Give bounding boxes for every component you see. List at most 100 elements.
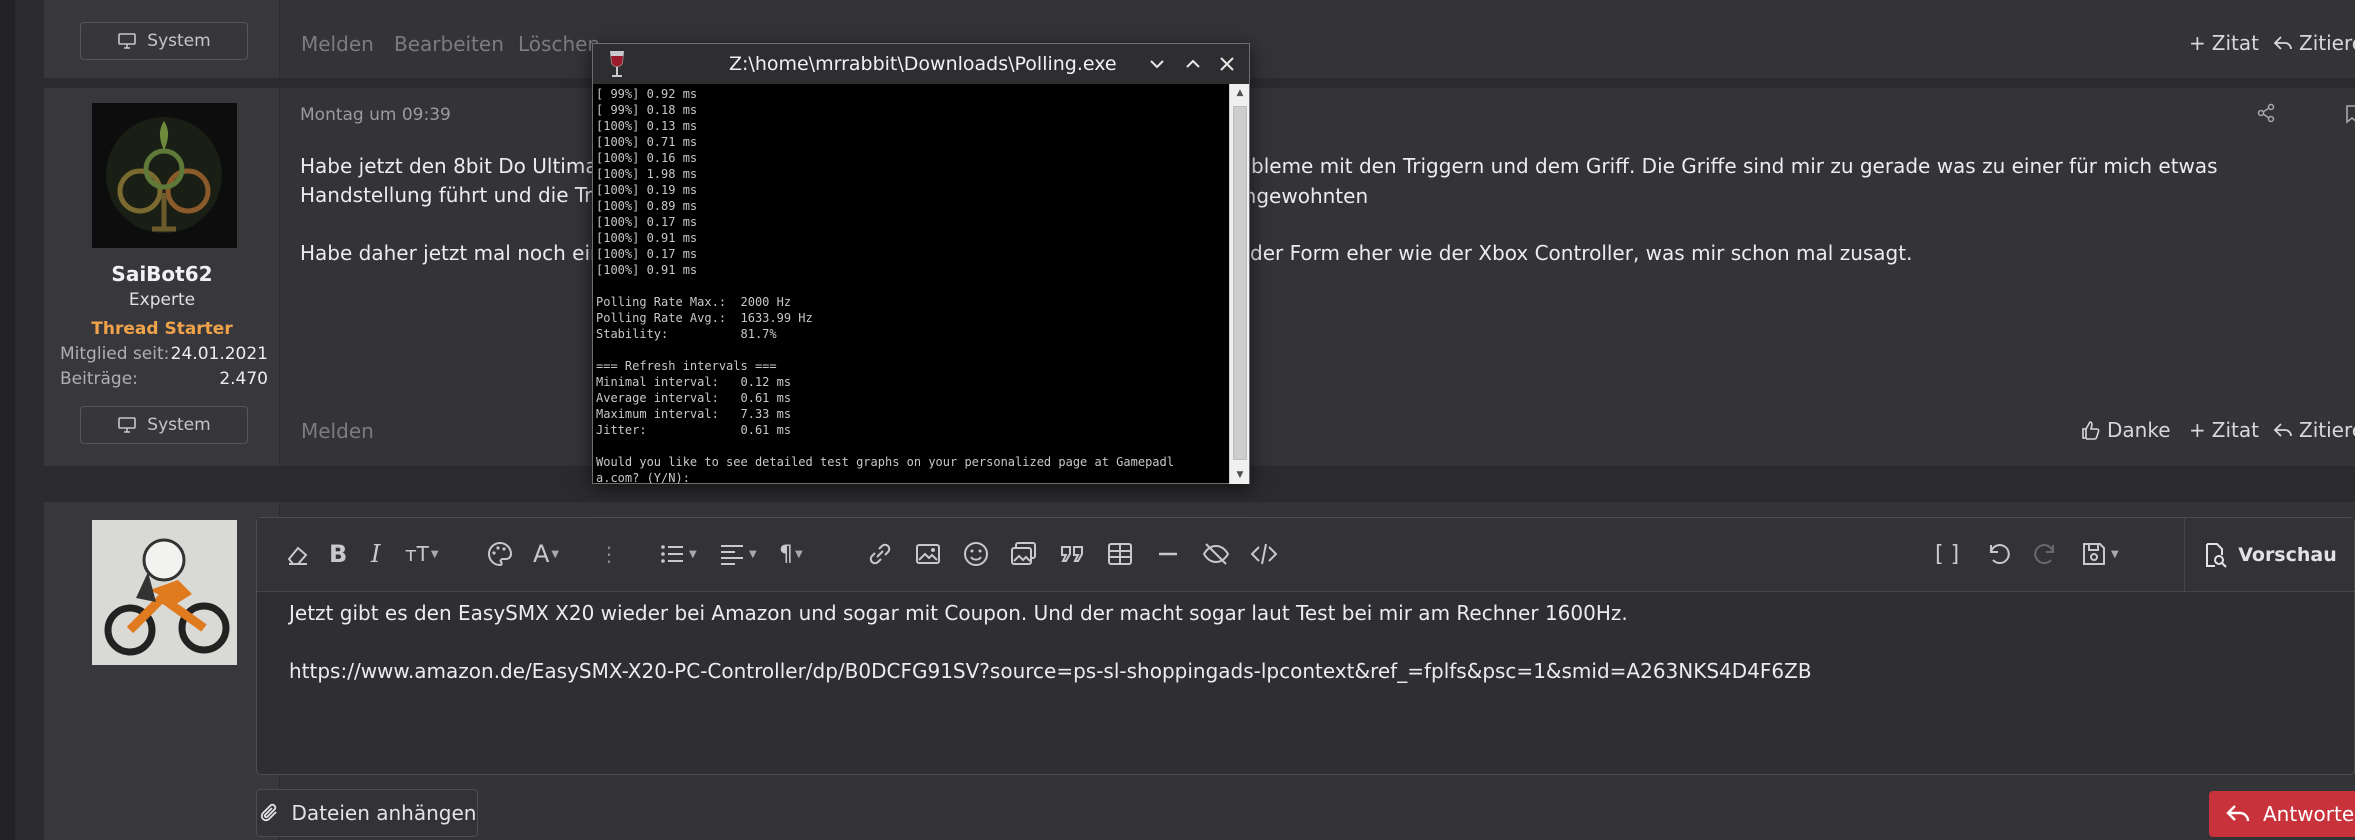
editor-text-line2: https://www.amazon.de/EasySMX-X20-PC-Con… <box>289 659 1812 683</box>
post-text-line3-right: n der Form eher wie der Xbox Controller,… <box>1231 241 1913 265</box>
console-window[interactable]: Z:\home\mrrabbit\Downloads\Polling.exe [… <box>592 43 1250 484</box>
delete-link[interactable]: Löschen <box>518 32 600 56</box>
quote-button[interactable]: + Zitat <box>2189 418 2259 442</box>
preview-button[interactable]: Vorschau <box>2184 518 2354 592</box>
username[interactable]: SaiBot62 <box>44 262 280 286</box>
system-button[interactable]: System <box>80 22 248 60</box>
console-line: [100%] 0.19 ms <box>596 183 698 197</box>
console-line: Average interval: 0.61 ms <box>596 391 792 405</box>
share-icon[interactable] <box>2256 103 2276 123</box>
preview-label: Vorschau <box>2238 544 2337 566</box>
gallery-icon <box>1011 542 1036 565</box>
emoji-button[interactable] <box>961 536 991 572</box>
draft-button[interactable]: ▼ <box>2079 536 2119 572</box>
text-size-icon: тT <box>405 542 429 566</box>
cite-button[interactable]: Zitiere <box>2273 418 2355 442</box>
user-avatar[interactable] <box>92 103 237 248</box>
console-scrollbar[interactable]: ▲ ▼ <box>1229 84 1249 484</box>
system-button[interactable]: System <box>80 406 248 444</box>
post-text-line1-right: robleme mit den Triggern und dem Griff. … <box>1231 154 2218 208</box>
table-button[interactable] <box>1105 536 1135 572</box>
console-titlebar[interactable]: Z:\home\mrrabbit\Downloads\Polling.exe <box>593 44 1249 84</box>
smiley-icon <box>964 542 988 566</box>
bold-button[interactable]: B <box>329 536 347 572</box>
post-date[interactable]: Montag um 09:39 <box>300 105 451 125</box>
paperclip-icon <box>260 803 277 822</box>
editor-toolbar: B I тT ▼ A ▼ ⋮ ▼ ▼ ¶ ▼ [ ] ▼ Vorschau <box>257 518 2354 592</box>
system-label: System <box>147 415 211 435</box>
spoiler-button[interactable] <box>1201 536 1231 572</box>
paragraph-button[interactable]: ¶ ▼ <box>779 536 803 572</box>
console-line: Would you like to see detailed test grap… <box>596 455 1174 469</box>
reply-arrow-icon <box>2273 423 2292 437</box>
align-button[interactable]: ▼ <box>717 536 757 572</box>
scroll-down-arrow-icon[interactable]: ▼ <box>1230 466 1250 484</box>
scroll-up-arrow-icon[interactable]: ▲ <box>1230 84 1250 102</box>
maximize-button[interactable] <box>1181 52 1205 76</box>
console-line: [ 99%] 0.92 ms <box>596 87 698 101</box>
monitor-icon <box>118 417 137 433</box>
align-left-icon <box>721 545 743 565</box>
eye-slash-icon <box>1202 543 1230 565</box>
close-button[interactable] <box>1215 52 1239 76</box>
minimize-button[interactable] <box>1145 52 1169 76</box>
minus-icon <box>1159 552 1177 556</box>
edit-link[interactable]: Bearbeiten <box>394 32 504 56</box>
console-line: [100%] 0.91 ms <box>596 263 698 277</box>
redo-button[interactable] <box>2031 536 2061 572</box>
cite-button[interactable]: Zitiere <box>2273 31 2355 55</box>
console-line: [100%] 0.16 ms <box>596 151 698 165</box>
console-line: Polling Rate Avg.: 1633.99 Hz <box>596 311 813 325</box>
horizontal-line-button[interactable] <box>1153 536 1183 572</box>
chevron-down-icon: ▼ <box>551 548 560 560</box>
list-button[interactable]: ▼ <box>657 536 697 572</box>
save-icon <box>2083 543 2105 565</box>
italic-icon: I <box>371 540 381 568</box>
console-line: Minimal interval: 0.12 ms <box>596 375 792 389</box>
thanks-button[interactable]: Danke <box>2081 418 2171 442</box>
console-output[interactable]: [ 99%] 0.92 ms [ 99%] 0.18 ms [100%] 0.13 … <box>593 84 1229 484</box>
media-button[interactable] <box>1009 536 1039 572</box>
source-code-button[interactable] <box>1249 536 1279 572</box>
report-link[interactable]: Melden <box>301 32 374 56</box>
font-icon: A <box>533 540 550 568</box>
color-button[interactable] <box>485 536 515 572</box>
quote-button[interactable]: + Zitat <box>2189 31 2259 55</box>
image-button[interactable] <box>913 536 943 572</box>
member-since-value: 24.01.2021 <box>170 344 268 364</box>
console-line: Polling Rate Max.: 2000 Hz <box>596 295 792 309</box>
console-line: [100%] 0.91 ms <box>596 231 698 245</box>
scrollbar-thumb[interactable] <box>1233 106 1247 460</box>
font-family-button[interactable]: A ▼ <box>533 536 559 572</box>
posts-count-row: Beiträge: 2.470 <box>60 369 268 389</box>
attach-label: Dateien anhängen <box>291 801 477 825</box>
posts-value: 2.470 <box>219 369 268 389</box>
reply-button[interactable]: Antworten <box>2209 791 2355 837</box>
reply-label: Antworten <box>2263 802 2355 826</box>
undo-button[interactable] <box>1983 536 2013 572</box>
redo-icon <box>2034 544 2054 565</box>
more-options-button[interactable]: ⋮ <box>599 536 619 572</box>
clear-format-button[interactable] <box>283 536 313 572</box>
attach-files-button[interactable]: Dateien anhängen <box>256 789 478 837</box>
posts-label: Beiträge: <box>60 369 138 389</box>
link-button[interactable] <box>865 536 895 572</box>
chevron-down-icon: ▼ <box>2111 548 2119 560</box>
quote-icon <box>1061 546 1083 562</box>
report-link[interactable]: Melden <box>301 419 374 443</box>
plus-icon: + <box>2189 418 2206 442</box>
bookmark-icon[interactable] <box>2342 104 2355 124</box>
quote-insert-button[interactable] <box>1057 536 1087 572</box>
font-size-button[interactable]: тT ▼ <box>405 536 439 572</box>
console-line: Maximum interval: 7.33 ms <box>596 407 792 421</box>
console-line: Stability: 81.7% <box>596 327 777 341</box>
message-editor[interactable]: B I тT ▼ A ▼ ⋮ ▼ ▼ ¶ ▼ [ ] ▼ Vorschau Jetzt… <box>256 517 2355 775</box>
eraser-icon <box>287 546 308 565</box>
toggle-bbcode-button[interactable]: [ ] <box>1935 536 1959 572</box>
italic-button[interactable]: I <box>371 536 380 572</box>
chevron-down-icon: ▼ <box>689 548 697 560</box>
user-title: Experte <box>128 290 196 310</box>
